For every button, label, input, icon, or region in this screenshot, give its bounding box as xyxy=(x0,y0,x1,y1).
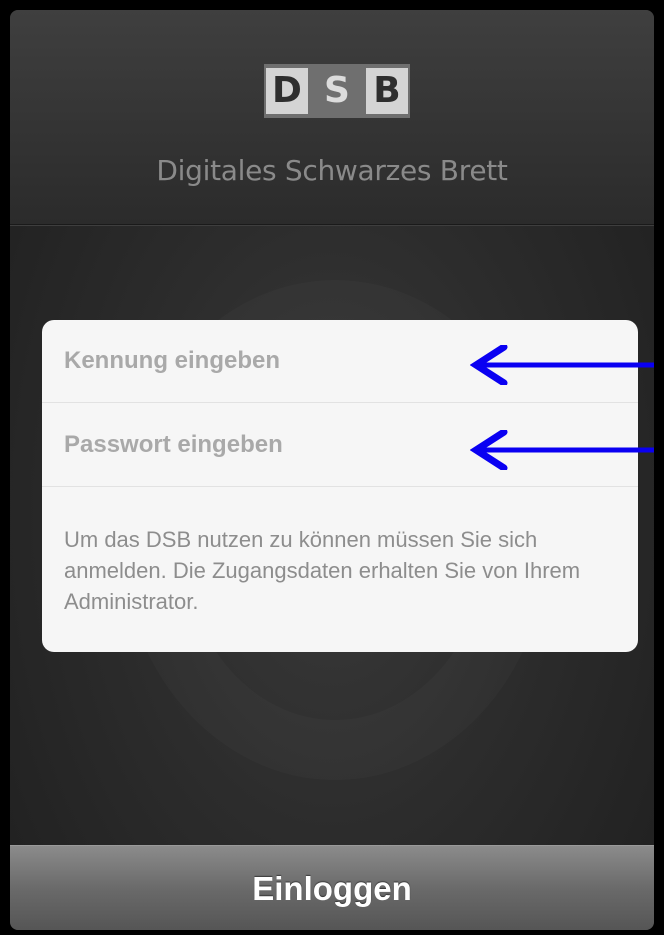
left-arrow-icon xyxy=(470,430,654,470)
app-title: Digitales Schwarzes Brett xyxy=(156,154,508,187)
logo-letter-s: S xyxy=(324,70,350,111)
dsb-logo: D S B xyxy=(264,64,410,118)
login-screen: D S B Digitales Schwarzes Brett Um das D… xyxy=(10,10,654,930)
login-button-label: Einloggen xyxy=(252,869,412,907)
left-arrow-icon xyxy=(470,345,654,385)
login-info-text: Um das DSB nutzen zu können müssen Sie s… xyxy=(64,527,581,614)
app-header: D S B Digitales Schwarzes Brett xyxy=(10,10,654,225)
login-button[interactable]: Einloggen xyxy=(10,845,654,930)
logo-letter-b: B xyxy=(366,68,408,114)
logo-letter-d: D xyxy=(266,68,308,114)
